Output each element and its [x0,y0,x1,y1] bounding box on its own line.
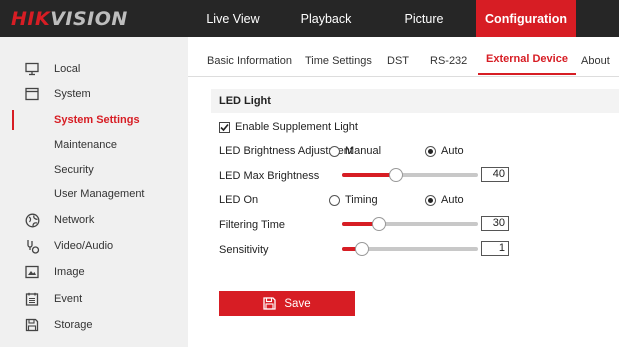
storage-icon [24,317,40,333]
max-brightness-slider[interactable] [342,168,478,182]
sidebar-item-label: Local [54,63,81,75]
led-on-timing-label: Timing [345,194,378,206]
slider-thumb[interactable] [355,242,369,256]
sensitivity-label: Sensitivity [219,244,269,256]
save-button[interactable]: Save [219,291,355,316]
monitor-icon [24,61,40,77]
sidebar-item-label: Image [54,266,85,278]
hikvision-logo: HIKVISION [11,8,128,30]
slider-thumb[interactable] [372,217,386,231]
enable-supplement-light-checkbox[interactable] [219,122,230,133]
tab-rs-232[interactable]: RS-232 [430,55,467,67]
tab-external-device[interactable]: External Device [478,53,576,75]
sidebar-item-video-audio[interactable]: Video/Audio [0,234,188,258]
sidebar-item-storage[interactable]: Storage [0,313,188,337]
sidebar-item-security[interactable]: Security [0,158,188,182]
save-button-label: Save [284,297,311,310]
brightness-manual-label: Manual [345,145,382,157]
nav-live-view[interactable]: Live View [188,0,278,37]
led-on-auto-label: Auto [441,194,464,206]
filtering-time-label: Filtering Time [219,219,286,231]
brightness-manual-radio[interactable] [329,146,340,157]
tab-about[interactable]: About [581,55,610,67]
sidebar-item-label: Maintenance [54,139,117,151]
sidebar-item-network[interactable]: Network [0,208,188,232]
main-content: Basic Information Time Settings DST RS-2… [188,37,619,347]
led-on-timing-radio[interactable] [329,195,340,206]
max-brightness-value[interactable]: 40 [481,167,509,182]
sidebar-item-local[interactable]: Local [0,57,188,81]
max-brightness-label: LED Max Brightness [219,170,320,182]
sidebar-item-label: System Settings [54,114,140,126]
tab-bar: Basic Information Time Settings DST RS-2… [188,37,619,77]
led-on-label: LED On [219,194,259,206]
nav-playback[interactable]: Playback [278,0,374,37]
sidebar-item-label: Storage [54,319,93,331]
section-header-led-light: LED Light [211,89,619,113]
enable-supplement-light-label: Enable Supplement Light [235,121,358,133]
sidebar-item-image[interactable]: Image [0,260,188,284]
event-icon [24,291,40,307]
sidebar-item-label: Video/Audio [54,240,114,252]
window-icon [24,86,40,102]
sensitivity-slider[interactable] [342,242,478,256]
nav-picture[interactable]: Picture [374,0,474,37]
led-on-auto-radio[interactable] [425,195,436,206]
tab-time-settings[interactable]: Time Settings [305,55,372,67]
sidebar-item-system-settings[interactable]: System Settings [0,108,188,132]
sidebar-item-label: User Management [54,188,145,200]
sensitivity-value[interactable]: 1 [481,241,509,256]
sidebar-item-event[interactable]: Event [0,287,188,311]
sidebar-item-label: Event [54,293,83,305]
top-bar: HIKVISION Live View Playback Picture Con… [0,0,619,37]
sidebar-item-maintenance[interactable]: Maintenance [0,133,188,157]
sidebar-item-label: Network [54,214,95,226]
slider-thumb[interactable] [389,168,403,182]
image-icon [24,264,40,280]
tab-basic-information[interactable]: Basic Information [207,55,292,67]
sidebar-item-label: Security [54,164,94,176]
sidebar-item-label: System [54,88,91,100]
floppy-disk-icon [263,297,277,310]
filtering-time-value[interactable]: 30 [481,216,509,231]
brightness-auto-radio[interactable] [425,146,436,157]
sidebar: Local System System Settings Maintenance… [0,37,188,347]
section-title: LED Light [219,95,271,107]
tab-dst[interactable]: DST [387,55,409,67]
sidebar-item-system[interactable]: System [0,82,188,106]
nav-configuration[interactable]: Configuration [476,0,576,37]
slider-fill [342,173,396,177]
sidebar-item-user-management[interactable]: User Management [0,182,188,206]
filtering-time-slider[interactable] [342,217,478,231]
checkmark-icon [220,123,229,132]
video-audio-icon [24,238,40,254]
globe-icon [24,212,40,228]
brightness-auto-label: Auto [441,145,464,157]
